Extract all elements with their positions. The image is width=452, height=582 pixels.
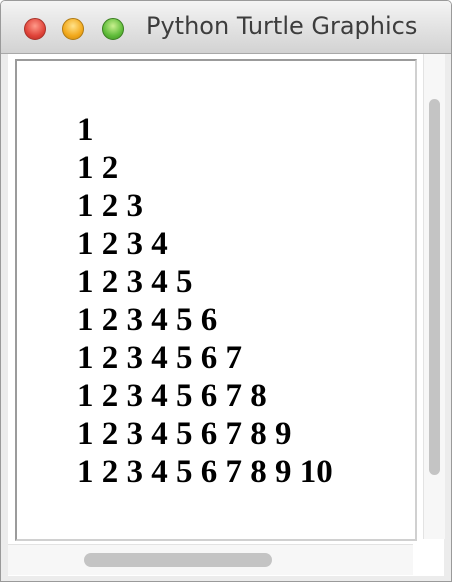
turtle-window: Python Turtle Graphics 1 1 2 1 2 3 1 2 3… — [0, 0, 452, 582]
vertical-scrollbar[interactable] — [423, 54, 445, 539]
close-button[interactable] — [24, 18, 46, 40]
title-bar[interactable]: Python Turtle Graphics — [1, 1, 451, 54]
window-content: 1 1 2 1 2 3 1 2 3 4 1 2 3 4 5 1 2 3 4 5 … — [8, 54, 445, 576]
canvas-line-2: 1 2 — [77, 150, 119, 186]
horizontal-scroll-thumb[interactable] — [84, 553, 272, 567]
canvas-line-5: 1 2 3 4 5 — [77, 264, 193, 300]
canvas-line-3: 1 2 3 — [77, 188, 143, 224]
window-title: Python Turtle Graphics — [146, 12, 418, 40]
canvas-line-10: 1 2 3 4 5 6 7 8 9 10 — [77, 454, 333, 490]
canvas-line-6: 1 2 3 4 5 6 — [77, 302, 218, 338]
horizontal-scrollbar[interactable] — [8, 544, 413, 575]
zoom-button[interactable] — [102, 18, 124, 40]
canvas-frame: 1 1 2 1 2 3 1 2 3 4 1 2 3 4 5 1 2 3 4 5 … — [15, 59, 417, 541]
scrollbar-corner — [413, 544, 444, 574]
vertical-scroll-thumb[interactable] — [429, 99, 440, 475]
canvas-line-9: 1 2 3 4 5 6 7 8 9 — [77, 416, 292, 452]
canvas-line-7: 1 2 3 4 5 6 7 — [77, 340, 242, 376]
canvas-line-1: 1 — [77, 112, 94, 148]
canvas-line-4: 1 2 3 4 — [77, 226, 168, 262]
minimize-button[interactable] — [62, 18, 84, 40]
canvas-line-8: 1 2 3 4 5 6 7 8 — [77, 378, 267, 414]
turtle-canvas[interactable]: 1 1 2 1 2 3 1 2 3 4 1 2 3 4 5 1 2 3 4 5 … — [17, 61, 415, 539]
